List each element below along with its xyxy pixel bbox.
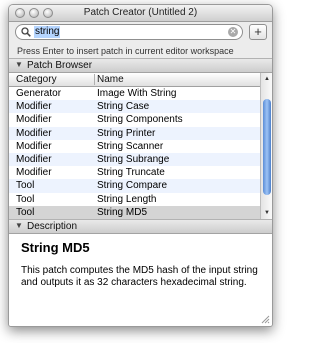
patch-browser-label: Patch Browser bbox=[27, 60, 93, 71]
table-row[interactable]: Tool String Compare bbox=[9, 179, 260, 193]
table-row[interactable]: Modifier String Case bbox=[9, 100, 260, 114]
name-cell: String Printer bbox=[97, 127, 156, 139]
name-cell: String Compare bbox=[97, 180, 168, 192]
table-row[interactable]: Modifier String Components bbox=[9, 113, 260, 126]
title-bar[interactable]: Patch Creator (Untitled 2) bbox=[9, 5, 272, 22]
description-panel: String MD5 This patch computes the MD5 h… bbox=[9, 234, 272, 326]
patch-table: Category Name Generator Image With String… bbox=[9, 73, 272, 219]
patch-browser-header[interactable]: ▼ Patch Browser bbox=[9, 58, 272, 73]
name-cell: Image With String bbox=[97, 88, 177, 99]
name-cell: String Subrange bbox=[97, 153, 170, 165]
disclosure-triangle-icon[interactable]: ▼ bbox=[15, 60, 23, 69]
table-row[interactable]: Modifier String Scanner bbox=[9, 140, 260, 153]
category-cell: Tool bbox=[16, 193, 35, 205]
name-cell: String Length bbox=[97, 193, 157, 205]
scroll-up-icon[interactable]: ▲ bbox=[263, 75, 271, 83]
resize-grip-icon[interactable] bbox=[260, 314, 270, 324]
scrollbar-thumb[interactable] bbox=[263, 99, 271, 195]
description-header[interactable]: ▼ Description bbox=[9, 219, 272, 234]
category-cell: Modifier bbox=[16, 167, 52, 179]
search-row: string ✕ + bbox=[15, 24, 267, 42]
table-row-selected[interactable]: Tool String MD5 bbox=[9, 205, 260, 219]
table-row[interactable]: Generator Image With String bbox=[9, 87, 260, 100]
search-icon bbox=[21, 27, 31, 37]
category-cell: Generator bbox=[16, 88, 62, 99]
column-header-name[interactable]: Name bbox=[97, 73, 124, 86]
name-cell: String MD5 bbox=[97, 206, 148, 218]
column-divider[interactable] bbox=[94, 74, 95, 85]
category-cell: Tool bbox=[16, 206, 35, 218]
description-label: Description bbox=[27, 221, 78, 232]
category-cell: Modifier bbox=[16, 114, 52, 126]
table-row[interactable]: Tool String Length bbox=[9, 193, 260, 206]
category-cell: Tool bbox=[16, 180, 35, 192]
table-header: Category Name bbox=[9, 73, 260, 87]
search-query: string bbox=[34, 26, 61, 38]
description-text: This patch computes the MD5 hash of the … bbox=[21, 265, 258, 288]
table-rows: Generator Image With String Modifier Strin… bbox=[9, 87, 260, 219]
category-cell: Modifier bbox=[16, 153, 52, 165]
column-header-category[interactable]: Category bbox=[16, 73, 57, 86]
window-title: Patch Creator (Untitled 2) bbox=[83, 7, 198, 18]
category-cell: Modifier bbox=[16, 101, 52, 113]
table-row[interactable]: Modifier String Truncate bbox=[9, 166, 260, 179]
description-title: String MD5 bbox=[21, 240, 90, 255]
table-row[interactable]: Modifier String Subrange bbox=[9, 152, 260, 167]
patch-creator-window: Patch Creator (Untitled 2) string ✕ + Pr… bbox=[8, 4, 273, 327]
category-cell: Modifier bbox=[16, 140, 52, 152]
insert-hint: Press Enter to insert patch in current e… bbox=[17, 46, 234, 56]
category-cell: Modifier bbox=[16, 127, 52, 139]
clear-search-icon[interactable]: ✕ bbox=[228, 27, 238, 37]
name-cell: String Case bbox=[97, 101, 150, 113]
scroll-down-icon[interactable]: ▼ bbox=[263, 209, 271, 217]
disclosure-triangle-icon[interactable]: ▼ bbox=[15, 221, 23, 230]
name-cell: String Scanner bbox=[97, 140, 164, 152]
add-patch-button[interactable]: + bbox=[249, 24, 267, 40]
vertical-scrollbar[interactable]: ▲ ▼ bbox=[260, 73, 272, 219]
name-cell: String Components bbox=[97, 114, 183, 126]
search-input[interactable]: string ✕ bbox=[15, 24, 243, 40]
name-cell: String Truncate bbox=[97, 167, 165, 179]
table-row[interactable]: Modifier String Printer bbox=[9, 126, 260, 140]
